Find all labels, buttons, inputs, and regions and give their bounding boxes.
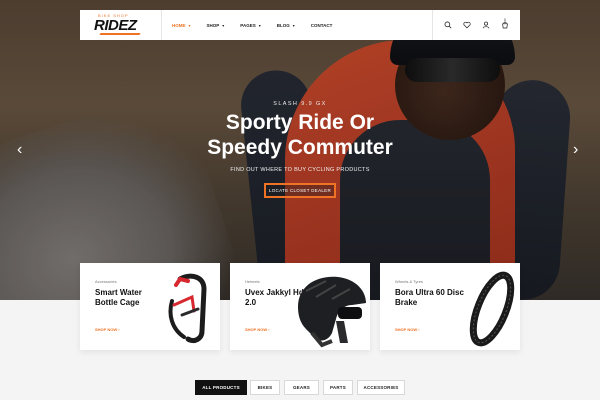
product-card[interactable]: Accessories Smart Water Bottle Cage SHOP… <box>80 263 220 350</box>
nav-item-home[interactable]: HOME ▾ <box>172 23 191 28</box>
main-nav: HOME ▾ SHOP ▾ PAGES ▾ BLOG ▾ CONTACT <box>172 23 348 28</box>
nav-item-blog[interactable]: BLOG ▾ <box>277 23 295 28</box>
logo-text: RIDEZ <box>94 17 137 34</box>
nav-item-label: PAGES <box>240 22 256 28</box>
user-icon[interactable] <box>482 21 490 29</box>
tire-image <box>469 271 515 347</box>
brand-logo[interactable]: BIKE SHOP RIDEZ <box>80 10 162 40</box>
shop-now-link[interactable]: SHOP NOW › <box>95 327 120 332</box>
product-title: Bora Ultra 60 Disc Brake <box>395 288 464 307</box>
product-card[interactable]: Wheels & Tyres Bora Ultra 60 Disc Brake … <box>380 263 520 350</box>
nav-item-label: BLOG <box>276 22 290 28</box>
slider-prev-arrow-icon[interactable]: ‹ <box>17 142 22 158</box>
site-header: BIKE SHOP RIDEZ HOME ▾ SHOP ▾ PAGES ▾ BL… <box>80 10 520 40</box>
hero-description: FIND OUT WHERE TO BUY CYCLING PRODUCTS <box>230 167 370 173</box>
product-category: Accessories <box>95 279 117 284</box>
search-icon[interactable] <box>444 21 452 29</box>
locate-dealer-button[interactable]: LOCATE CLOSET DEALER <box>264 183 336 198</box>
nav-item-label: CONTACT <box>310 22 333 28</box>
nav-item-label: SHOP <box>206 22 220 28</box>
filter-tab-accessories[interactable]: ACCESSORIES <box>357 380 405 395</box>
nav-item-label: HOME <box>172 22 186 28</box>
hero-title: Sporty Ride Or Speedy Commuter <box>150 110 450 160</box>
cart-count-badge: 0 <box>504 18 506 22</box>
nav-item-shop[interactable]: SHOP ▾ <box>207 23 225 28</box>
hero-title-line: Sporty Ride Or <box>225 111 375 134</box>
product-filter-tabs: ALL PRODUCTS BIKES GEARS PARTS ACCESSORI… <box>0 380 600 400</box>
filter-tab-bikes[interactable]: BIKES <box>250 380 280 395</box>
nav-item-contact[interactable]: CONTACT <box>311 23 333 28</box>
shop-now-link[interactable]: SHOP NOW › <box>245 327 270 332</box>
logo-swoosh-icon <box>99 33 141 35</box>
chevron-down-icon: ▾ <box>258 22 261 28</box>
filter-tab-parts[interactable]: PARTS <box>323 380 353 395</box>
helmet-image <box>298 276 366 348</box>
bottle-cage-image <box>168 273 207 344</box>
hero-subtitle: SLASH 9.9 GX <box>273 101 327 107</box>
heart-icon[interactable] <box>463 21 471 29</box>
product-category: Wheels & Tyres <box>395 279 423 284</box>
product-title: Smart Water Bottle Cage <box>95 288 142 307</box>
filter-tab-all-products[interactable]: ALL PRODUCTS <box>195 380 247 395</box>
shop-now-link[interactable]: SHOP NOW › <box>395 327 420 332</box>
product-category: Helmets <box>245 279 260 284</box>
header-actions: 0 <box>432 10 520 40</box>
slider-next-arrow-icon[interactable]: › <box>573 142 578 158</box>
hero-banner: SLASH 9.9 GX Sporty Ride Or Speedy Commu… <box>0 0 600 300</box>
chevron-down-icon: ▾ <box>222 22 225 28</box>
filter-tab-gears[interactable]: GEARS <box>284 380 319 395</box>
cart-icon[interactable] <box>501 21 509 29</box>
hero-title-line: Speedy Commuter <box>207 136 393 159</box>
chevron-down-icon: ▾ <box>188 22 191 28</box>
nav-item-pages[interactable]: PAGES ▾ <box>240 23 260 28</box>
chevron-down-icon: ▾ <box>292 22 295 28</box>
product-card[interactable]: Helmets Uvex Jakkyl Hde 2.0 SHOP NOW › <box>230 263 370 350</box>
